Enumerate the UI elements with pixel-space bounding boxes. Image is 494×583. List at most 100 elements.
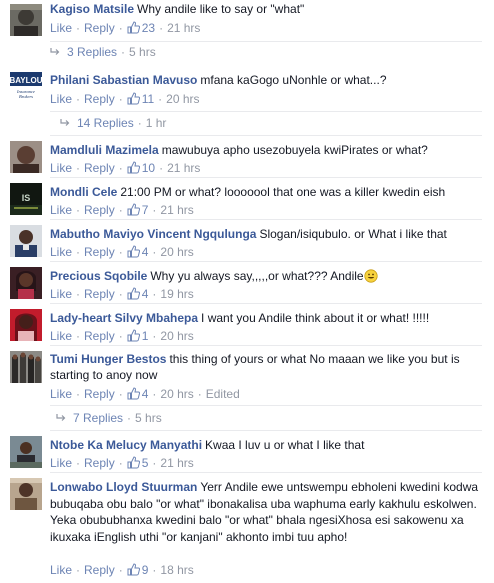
separator: ·	[76, 387, 81, 401]
commenter-name[interactable]: Lady-heart Silvy Mbahepa	[50, 311, 198, 325]
avatar[interactable]	[10, 309, 42, 341]
like-link[interactable]: Like	[50, 563, 72, 577]
timestamp[interactable]: 20 hrs	[160, 329, 193, 343]
separator: ·	[76, 456, 81, 470]
divider	[50, 177, 482, 178]
separator: ·	[127, 411, 132, 425]
replies-count[interactable]: 3 Replies	[67, 45, 117, 59]
commenter-name[interactable]: Lonwabo Lloyd Stuurman	[50, 480, 197, 494]
reply-link[interactable]: Reply	[84, 563, 115, 577]
reply-link[interactable]: Reply	[84, 203, 115, 217]
avatar[interactable]	[10, 478, 42, 510]
like-count[interactable]: 5	[142, 456, 149, 470]
thumbs-up-icon	[127, 203, 140, 219]
commenter-name[interactable]: Ntobe Ka Melucy Manyathi	[50, 438, 202, 452]
avatar[interactable]	[10, 436, 42, 468]
commenter-name[interactable]: Mondli Cele	[50, 185, 117, 199]
replies-toggle[interactable]: 7 Replies · 5 hrs	[50, 405, 482, 425]
commenter-name[interactable]: Mabutho Maviyo Vincent Ngqulunga	[50, 227, 256, 241]
like-link[interactable]: Like	[50, 287, 72, 301]
avatar[interactable]	[10, 267, 42, 299]
avatar[interactable]: BAYLOU Insurance Brokers	[10, 70, 42, 102]
separator: ·	[121, 45, 126, 59]
reply-link[interactable]: Reply	[84, 92, 115, 106]
replies-count[interactable]: 14 Replies	[77, 116, 134, 130]
reply-link[interactable]: Reply	[84, 387, 115, 401]
separator: ·	[118, 387, 123, 401]
divider	[50, 261, 482, 262]
comment: Mamdluli Mazimela mawubuya apho usezobuye…	[0, 137, 494, 177]
replies-count[interactable]: 7 Replies	[73, 411, 123, 425]
like-count[interactable]: 11	[142, 92, 154, 106]
separator: ·	[76, 563, 81, 577]
thumbs-up-icon	[127, 287, 140, 303]
reply-link[interactable]: Reply	[84, 329, 115, 343]
thumbs-up-icon	[127, 92, 140, 108]
like-link[interactable]: Like	[50, 387, 72, 401]
thumbs-up-icon	[127, 387, 140, 403]
separator: ·	[159, 21, 164, 35]
separator: ·	[118, 161, 123, 175]
like-link[interactable]: Like	[50, 203, 72, 217]
like-link[interactable]: Like	[50, 92, 72, 106]
like-link[interactable]: Like	[50, 21, 72, 35]
like-link[interactable]: Like	[50, 456, 72, 470]
avatar[interactable]	[10, 225, 42, 257]
smiley-emoji-icon	[363, 269, 378, 288]
reply-link[interactable]: Reply	[84, 161, 115, 175]
reply-link[interactable]: Reply	[84, 456, 115, 470]
like-link[interactable]: Like	[50, 329, 72, 343]
commenter-name[interactable]: Mamdluli Mazimela	[50, 143, 159, 157]
separator: ·	[76, 21, 81, 35]
avatar-text: IS	[22, 193, 31, 203]
replies-toggle[interactable]: 14 Replies · 1 hr	[50, 111, 482, 130]
avatar[interactable]: IS	[10, 183, 42, 215]
like-count[interactable]: 9	[142, 563, 149, 577]
timestamp[interactable]: 21 hrs	[160, 203, 193, 217]
timestamp[interactable]: 20 hrs	[160, 245, 193, 259]
comment-text: Slogan/isiqubulo. or What i like that	[259, 227, 447, 241]
replies-toggle[interactable]: 3 Replies · 5 hrs	[50, 41, 482, 59]
timestamp[interactable]: 20 hrs	[166, 92, 199, 106]
reply-link[interactable]: Reply	[84, 21, 115, 35]
separator: ·	[76, 245, 81, 259]
like-link[interactable]: Like	[50, 161, 72, 175]
thumbs-up-icon	[127, 21, 140, 37]
commenter-name[interactable]: Tumi Hunger Bestos	[50, 352, 166, 366]
comment-text: 21:00 PM or what? looooool that one was …	[120, 185, 446, 199]
avatar[interactable]	[10, 141, 42, 173]
separator: ·	[137, 116, 142, 130]
comment-text: Kwaa I luv u or what I like that	[205, 438, 365, 452]
comment: Precious Sqobile Why yu always say,,,,,or…	[0, 263, 494, 303]
like-count[interactable]: 10	[142, 161, 155, 175]
timestamp[interactable]: 21 hrs	[167, 21, 200, 35]
like-count[interactable]: 7	[142, 203, 149, 217]
timestamp[interactable]: 21 hrs	[167, 161, 200, 175]
like-count[interactable]: 4	[142, 387, 149, 401]
comment-text: Why yu always say,,,,,or what??? Andile	[150, 269, 364, 283]
thumbs-up-icon	[127, 329, 140, 345]
like-count[interactable]: 1	[142, 329, 149, 343]
reply-link[interactable]: Reply	[84, 245, 115, 259]
separator: ·	[76, 203, 81, 217]
timestamp[interactable]: 19 hrs	[160, 287, 193, 301]
commenter-name[interactable]: Philani Sabastian Mavuso	[50, 73, 197, 87]
timestamp[interactable]: 20 hrs	[160, 387, 193, 401]
edited-label[interactable]: Edited	[206, 387, 240, 401]
reply-link[interactable]: Reply	[84, 287, 115, 301]
avatar[interactable]	[10, 4, 42, 36]
reply-arrow-icon	[50, 45, 60, 59]
timestamp[interactable]: 21 hrs	[160, 456, 193, 470]
avatar[interactable]	[10, 351, 42, 383]
separator: ·	[152, 245, 157, 259]
brand-logo: BAYLOU	[10, 76, 42, 85]
replies-time: 1 hr	[145, 116, 167, 130]
like-count[interactable]: 4	[142, 287, 149, 301]
like-link[interactable]: Like	[50, 245, 72, 259]
like-count[interactable]: 23	[142, 21, 155, 35]
commenter-name[interactable]: Precious Sqobile	[50, 269, 147, 283]
comment: Kagiso Matsile Why andile like to say or …	[0, 0, 494, 40]
commenter-name[interactable]: Kagiso Matsile	[50, 2, 134, 16]
timestamp[interactable]: 18 hrs	[160, 563, 193, 577]
like-count[interactable]: 4	[142, 245, 149, 259]
